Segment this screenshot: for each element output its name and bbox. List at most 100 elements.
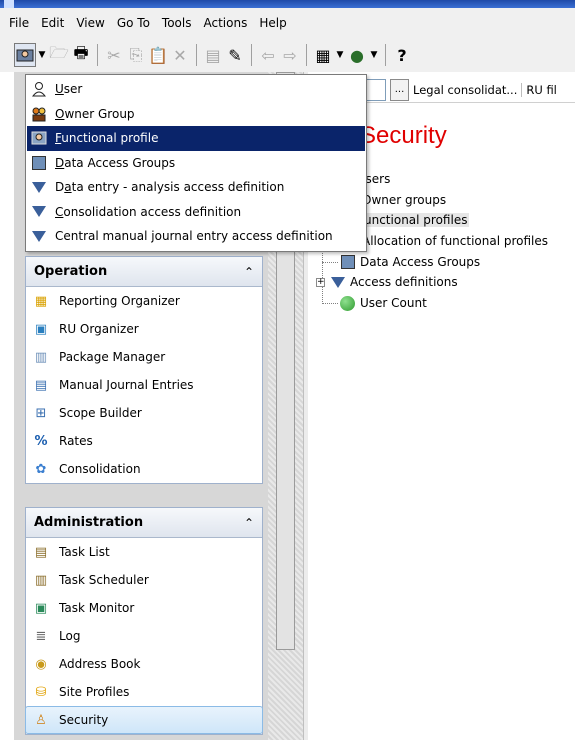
collapse-chevron-icon[interactable]: ⌃ bbox=[244, 516, 254, 530]
operation-panel: Operation ⌃ ▦ Reporting Organizer ▣ RU O… bbox=[25, 256, 263, 484]
grid-view-icon[interactable]: ▦ bbox=[312, 43, 334, 67]
nav-item-label: RU Organizer bbox=[59, 322, 139, 336]
help-icon[interactable]: ? bbox=[391, 43, 413, 67]
ellipsis-button[interactable]: ... bbox=[390, 78, 409, 101]
ru-filter[interactable]: RU fil bbox=[522, 83, 557, 97]
nav-item-address-book[interactable]: ◉ Address Book bbox=[26, 650, 262, 678]
toolbar-separator bbox=[196, 44, 197, 66]
user-icon bbox=[30, 80, 48, 98]
menu-item-label: Functional profile bbox=[55, 131, 159, 146]
tree-item-label: unctional profiles bbox=[362, 213, 470, 227]
data-access-group-icon bbox=[30, 154, 48, 172]
page-title: Security bbox=[360, 122, 447, 149]
copy-icon[interactable]: ⎘ bbox=[125, 43, 147, 67]
nav-item-label: Task Scheduler bbox=[59, 573, 149, 587]
delete-icon[interactable]: ✕ bbox=[169, 43, 191, 67]
nav-item-ru-organizer[interactable]: ▣ RU Organizer bbox=[26, 315, 262, 343]
toolbar: ▼ 🗁 🖶 ✂ ⎘ 📋 ✕ ▤ ✎ ⇦ ⇨ ▦ ▼ ● ▼ ? bbox=[0, 38, 575, 72]
menu-item-data-access-groups[interactable]: Data Access Groups bbox=[27, 151, 365, 176]
package-manager-icon: ▥ bbox=[34, 349, 48, 365]
back-arrow-icon[interactable]: ⇦ bbox=[257, 43, 279, 67]
paste-icon[interactable]: 📋 bbox=[147, 43, 169, 67]
menu-edit[interactable]: Edit bbox=[36, 16, 71, 30]
nav-item-label: Security bbox=[59, 713, 109, 727]
panel-title: Administration bbox=[34, 515, 144, 530]
menu-item-label: Owner Group bbox=[55, 106, 135, 121]
toolbar-separator bbox=[385, 44, 386, 66]
print-icon[interactable]: 🖶 bbox=[70, 43, 92, 67]
nav-item-label: Package Manager bbox=[59, 350, 166, 364]
dropdown-arrow-icon[interactable]: ▼ bbox=[36, 43, 48, 67]
security-icon: ♙ bbox=[35, 712, 47, 728]
tree-item-access-definitions[interactable]: + Access definitions bbox=[316, 272, 458, 292]
collapse-chevron-icon[interactable]: ⌃ bbox=[244, 265, 254, 279]
menu-item-consolidation-access-definition[interactable]: Consolidation access definition bbox=[27, 200, 365, 225]
nav-item-task-list[interactable]: ▤ Task List bbox=[26, 538, 262, 566]
forward-arrow-icon[interactable]: ⇨ bbox=[279, 43, 301, 67]
nav-item-label: Rates bbox=[59, 434, 93, 448]
open-folder-icon[interactable]: 🗁 bbox=[48, 43, 70, 67]
menu-go-to[interactable]: Go To bbox=[112, 16, 157, 30]
owner-group-icon bbox=[30, 105, 48, 123]
expand-toggle-icon[interactable]: + bbox=[316, 277, 325, 287]
menu-bar: File Edit View Go To Tools Actions Help bbox=[0, 8, 575, 38]
green-dot-icon bbox=[339, 295, 356, 311]
nav-item-label: Consolidation bbox=[59, 462, 141, 476]
menu-item-central-manual-journal-entry-access-definition[interactable]: Central manual journal entry access defi… bbox=[27, 224, 365, 249]
nav-item-consolidation[interactable]: ✿ Consolidation bbox=[26, 455, 262, 483]
menu-item-label: Consolidation access definition bbox=[55, 204, 242, 219]
tree-item-functional-profiles[interactable]: unctional profiles bbox=[362, 210, 470, 230]
address-book-icon: ◉ bbox=[35, 656, 47, 672]
administration-panel-header[interactable]: Administration ⌃ bbox=[26, 508, 262, 538]
globe-icon[interactable]: ● bbox=[346, 43, 368, 67]
menu-item-user[interactable]: User bbox=[27, 77, 365, 102]
edit-icon[interactable]: ✎ bbox=[224, 43, 246, 67]
nav-item-log[interactable]: ≣ Log bbox=[26, 622, 262, 650]
nav-item-security[interactable]: ♙ Security bbox=[25, 706, 263, 734]
rates-icon: % bbox=[34, 433, 48, 449]
nav-item-label: Task List bbox=[59, 545, 110, 559]
funnel-icon bbox=[30, 178, 48, 196]
nav-item-manual-journal-entries[interactable]: ▤ Manual Journal Entries bbox=[26, 371, 262, 399]
menu-help[interactable]: Help bbox=[254, 16, 293, 30]
nav-item-task-scheduler[interactable]: ▥ Task Scheduler bbox=[26, 566, 262, 594]
tree-item-label: Allocation of functional profiles bbox=[362, 234, 549, 248]
menu-actions[interactable]: Actions bbox=[198, 16, 254, 30]
menu-item-label: Data Access Groups bbox=[55, 155, 176, 170]
tree-item-user-count[interactable]: User Count bbox=[339, 293, 427, 313]
tree-item-data-access-groups[interactable]: Data Access Groups bbox=[339, 252, 480, 272]
nav-item-reporting-organizer[interactable]: ▦ Reporting Organizer bbox=[26, 287, 262, 315]
new-user-icon[interactable] bbox=[14, 43, 36, 67]
menu-item-label: Central manual journal entry access defi… bbox=[55, 229, 333, 244]
menu-item-data-entry-analysis-access-definition[interactable]: Data entry - analysis access definition bbox=[27, 175, 365, 200]
menu-tools[interactable]: Tools bbox=[157, 16, 199, 30]
nav-item-task-monitor[interactable]: ▣ Task Monitor bbox=[26, 594, 262, 622]
nav-item-rates[interactable]: % Rates bbox=[26, 427, 262, 455]
nav-item-label: Scope Builder bbox=[59, 406, 142, 420]
cut-icon[interactable]: ✂ bbox=[103, 43, 125, 67]
legal-consolidation-filter[interactable]: Legal consolidat... bbox=[413, 82, 523, 97]
dropdown-arrow-icon[interactable]: ▼ bbox=[368, 43, 380, 67]
nav-item-label: Address Book bbox=[59, 657, 141, 671]
nav-item-label: Reporting Organizer bbox=[59, 294, 180, 308]
functional-profile-icon bbox=[30, 129, 48, 147]
menu-item-owner-group[interactable]: Owner Group bbox=[27, 102, 365, 127]
new-item-dropdown-menu: User Owner Group Functional profile Data… bbox=[25, 74, 367, 252]
menu-item-functional-profile[interactable]: Functional profile bbox=[27, 126, 365, 151]
task-list-icon: ▤ bbox=[34, 544, 48, 560]
tree-item-owner-groups[interactable]: Owner groups bbox=[362, 190, 446, 210]
operation-panel-header[interactable]: Operation ⌃ bbox=[26, 257, 262, 287]
menu-view[interactable]: View bbox=[71, 16, 111, 30]
tree-item-allocation-of-functional-profiles[interactable]: Allocation of functional profiles bbox=[362, 231, 548, 251]
funnel-icon bbox=[30, 203, 48, 221]
properties-icon[interactable]: ▤ bbox=[202, 43, 224, 67]
tree-item-label: Owner groups bbox=[362, 193, 447, 207]
nav-item-package-manager[interactable]: ▥ Package Manager bbox=[26, 343, 262, 371]
nav-item-label: Log bbox=[59, 629, 81, 643]
nav-item-site-profiles[interactable]: ⛁ Site Profiles bbox=[26, 678, 262, 706]
menu-file[interactable]: File bbox=[4, 16, 36, 30]
nav-item-label: Manual Journal Entries bbox=[59, 378, 194, 392]
nav-item-scope-builder[interactable]: ⊞ Scope Builder bbox=[26, 399, 262, 427]
dropdown-arrow-icon[interactable]: ▼ bbox=[334, 43, 346, 67]
panel-title: Operation bbox=[34, 264, 108, 279]
